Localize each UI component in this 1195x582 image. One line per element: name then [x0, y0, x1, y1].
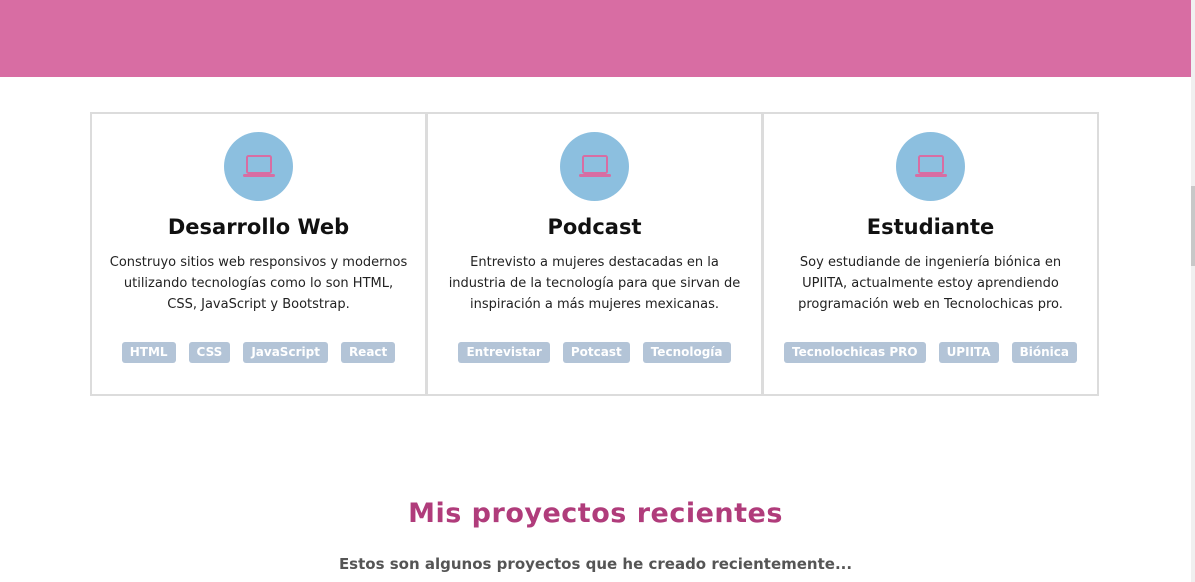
services-cards: Desarrollo Web Construyo sitios web resp…	[90, 112, 1100, 396]
card-title: Estudiante	[866, 215, 995, 239]
tag-css: CSS	[188, 342, 231, 363]
tag-list: Tecnolochicas PRO UPIITA Biónica	[784, 342, 1077, 363]
projects-heading: Mis proyectos recientes	[408, 498, 783, 529]
laptop-icon	[896, 132, 965, 201]
tag-html: HTML	[121, 342, 176, 363]
card-podcast: Podcast Entrevisto a mujeres destacadas …	[426, 112, 763, 396]
card-title: Podcast	[547, 215, 642, 239]
laptop-icon	[224, 132, 293, 201]
tag-javascript: JavaScript	[243, 342, 328, 363]
tag-bionica: Biónica	[1011, 342, 1077, 363]
tag-potcast: Potcast	[562, 342, 630, 363]
page-scrollbar[interactable]	[1191, 0, 1195, 582]
tag-upiita: UPIITA	[938, 342, 999, 363]
card-desarrollo-web: Desarrollo Web Construyo sitios web resp…	[90, 112, 427, 396]
card-description: Construyo sitios web responsivos y moder…	[109, 255, 408, 312]
tag-tecnologia: Tecnología	[642, 342, 731, 363]
tag-tecnolochicas-pro: Tecnolochicas PRO	[784, 342, 926, 363]
tag-react: React	[340, 342, 396, 363]
card-description: Entrevisto a mujeres destacadas en la in…	[448, 255, 741, 312]
tag-entrevistar: Entrevistar	[458, 342, 550, 363]
card-title: Desarrollo Web	[167, 215, 350, 239]
header-banner	[0, 0, 1191, 77]
tag-list: Entrevistar Potcast Tecnología	[458, 342, 731, 363]
laptop-icon	[560, 132, 629, 201]
card-estudiante: Estudiante Soy estudiande de ingeniería …	[762, 112, 1099, 396]
card-description: Soy estudiande de ingeniería biónica en …	[798, 255, 1063, 312]
tag-list: HTML CSS JavaScript React	[121, 342, 396, 363]
projects-subtitle: Estos son algunos proyectos que he cread…	[338, 555, 853, 573]
scrollbar-thumb[interactable]	[1191, 186, 1195, 266]
